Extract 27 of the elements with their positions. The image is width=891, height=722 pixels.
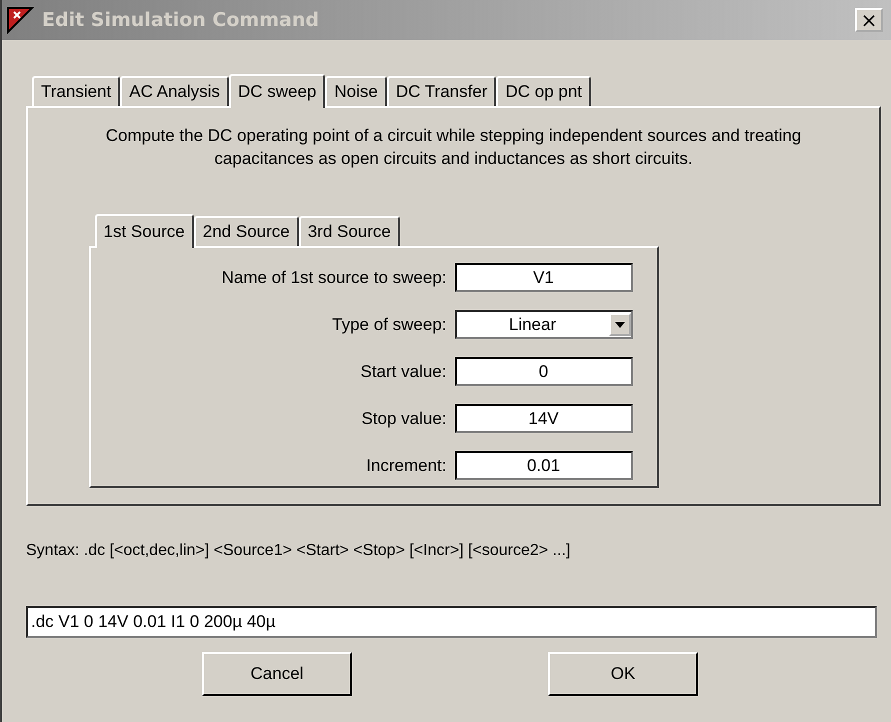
input-field[interactable]: 0	[454, 357, 632, 386]
command-field[interactable]: .dc V1 0 14V 0.01 I1 0 200µ 40µ	[26, 606, 877, 638]
input-field[interactable]: 14V	[454, 404, 632, 433]
tab[interactable]: DC Transfer	[386, 76, 496, 106]
field-label: Type of sweep:	[332, 314, 446, 334]
app-logo-icon	[6, 6, 34, 34]
field-label: Name of 1st source to sweep:	[222, 268, 446, 288]
syntax-text: Syntax: .dc [<oct,dec,lin>] <Source1> <Start> <Stop> [<Incr>] [<source2> ...]	[26, 542, 572, 560]
close-button[interactable]: ×	[855, 8, 883, 32]
tab[interactable]: AC Analysis	[120, 76, 229, 106]
cancel-button[interactable]: Cancel	[202, 652, 352, 696]
tab[interactable]: Transient	[32, 76, 120, 106]
input-field[interactable]: 0.01	[454, 451, 632, 480]
source-tab[interactable]: 1st Source	[94, 214, 194, 248]
input-field[interactable]: V1	[454, 263, 632, 292]
description-text: Compute the DC operating point of a circuit while stepping independent sources and treating capacitances as open circuits and inductances as short circuits.	[104, 125, 802, 170]
ok-button[interactable]: OK	[548, 652, 698, 696]
sweep-type-dropdown[interactable]: Linear	[454, 310, 632, 339]
field-label: Start value:	[360, 362, 446, 382]
source-tab[interactable]: 2nd Source	[194, 216, 299, 246]
window-title: Edit Simulation Command	[42, 9, 320, 31]
field-label: Increment:	[366, 456, 446, 476]
tab[interactable]: DC op pnt	[496, 76, 592, 106]
source-tab[interactable]: 3rd Source	[298, 216, 400, 246]
tab[interactable]: Noise	[325, 76, 387, 106]
field-label: Stop value:	[361, 408, 446, 428]
tab[interactable]: DC sweep	[228, 74, 326, 108]
